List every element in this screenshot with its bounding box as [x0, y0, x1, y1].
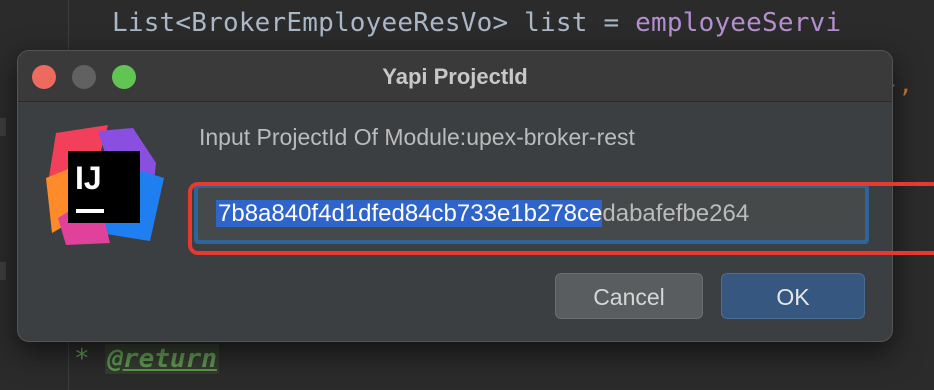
code-line-top: List<BrokerEmployeeResVo> list = employe… — [112, 8, 841, 38]
intellij-logo-icon: IJ — [46, 125, 164, 245]
ok-button[interactable]: OK — [721, 273, 865, 319]
code-line-bottom: * @return — [74, 344, 219, 374]
javadoc-return-tag: @return — [105, 344, 219, 374]
code-text: List<BrokerEmployeeResVo> list = — [112, 8, 636, 38]
fold-marker — [0, 118, 6, 136]
code-method-call: employeeServi — [635, 8, 842, 38]
cancel-button[interactable]: Cancel — [555, 273, 703, 319]
comment-star: * — [74, 344, 106, 374]
projectid-prompt-label: Input ProjectId Of Module:upex-broker-re… — [199, 124, 635, 150]
dialog-title: Yapi ProjectId — [382, 64, 528, 89]
fold-marker — [0, 262, 6, 280]
dialog-titlebar: Yapi ProjectId — [18, 51, 892, 102]
logo-text: IJ — [75, 160, 102, 196]
red-highlight-annotation — [188, 182, 934, 255]
